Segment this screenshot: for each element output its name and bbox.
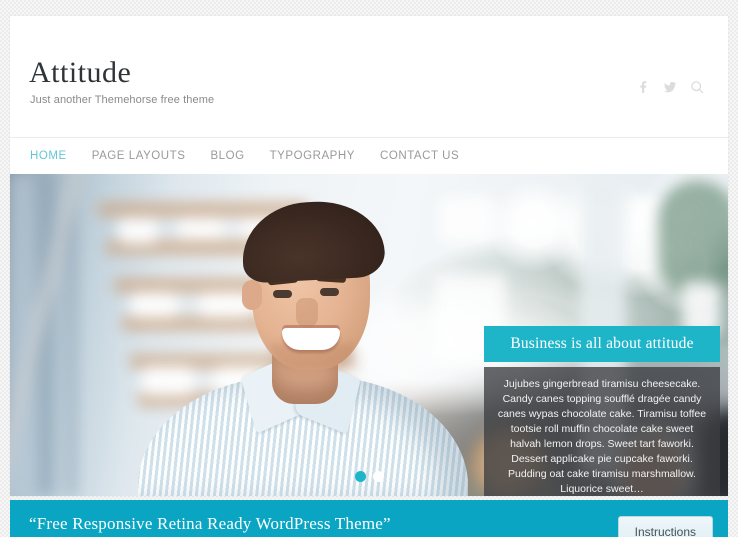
hero-slider[interactable]: Business is all about attitude Jujubes g… bbox=[10, 174, 728, 496]
social-icons bbox=[634, 78, 706, 96]
slide-caption-title[interactable]: Business is all about attitude bbox=[484, 326, 720, 362]
slider-pagination bbox=[10, 471, 728, 482]
facebook-icon[interactable] bbox=[634, 78, 652, 96]
nav-link-page-layouts[interactable]: Page Layouts bbox=[92, 150, 199, 162]
slide-subject-person bbox=[130, 174, 470, 496]
nav-item: Page Layouts bbox=[92, 150, 211, 162]
site-header: Attitude Just another Themehorse free th… bbox=[10, 16, 728, 137]
nav-link-contact-us[interactable]: Contact Us bbox=[380, 150, 472, 162]
nav-item: Contact Us bbox=[380, 150, 484, 162]
slider-dot-1[interactable] bbox=[354, 471, 366, 482]
site-wrapper: Attitude Just another Themehorse free th… bbox=[10, 16, 728, 496]
slider-dot-2[interactable] bbox=[372, 471, 384, 482]
nav-item: Typography bbox=[270, 150, 380, 162]
promo-headline: “Free Responsive Retina Ready WordPress … bbox=[29, 514, 391, 533]
nav-item: Blog bbox=[210, 150, 269, 162]
promo-banner: “Free Responsive Retina Ready WordPress … bbox=[10, 500, 728, 537]
primary-navigation: Home Page Layouts Blog Typography Contac… bbox=[10, 137, 728, 174]
nav-link-typography[interactable]: Typography bbox=[270, 150, 368, 162]
nav-list: Home Page Layouts Blog Typography Contac… bbox=[30, 150, 484, 162]
instructions-button[interactable]: Instructions bbox=[617, 516, 713, 537]
site-title[interactable]: Attitude bbox=[29, 56, 214, 90]
search-icon[interactable] bbox=[688, 78, 706, 96]
site-tagline: Just another Themehorse free theme bbox=[30, 94, 215, 106]
site-branding[interactable]: Attitude Just another Themehorse free th… bbox=[29, 56, 214, 107]
nav-link-blog[interactable]: Blog bbox=[210, 150, 257, 162]
nav-item: Home bbox=[30, 150, 92, 162]
nav-link-home[interactable]: Home bbox=[30, 150, 80, 162]
twitter-icon[interactable] bbox=[661, 78, 679, 96]
